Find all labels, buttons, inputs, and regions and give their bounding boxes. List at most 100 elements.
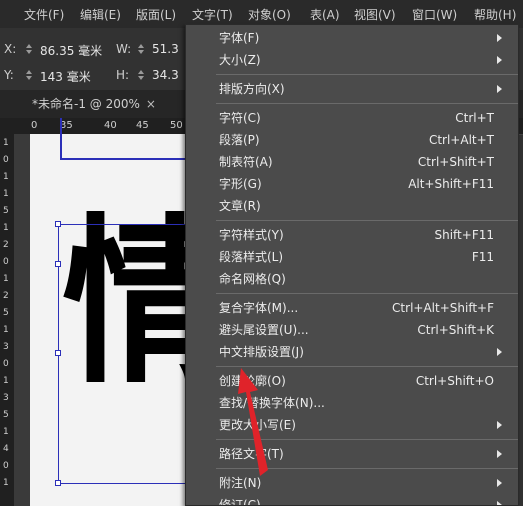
menu-item-label: 修订(C) bbox=[219, 498, 261, 506]
submenu-arrow-icon bbox=[497, 479, 502, 487]
resize-handle[interactable] bbox=[55, 480, 61, 486]
close-icon[interactable]: × bbox=[146, 97, 156, 111]
ruler-tick: 1 bbox=[3, 138, 9, 148]
ruler-tick: 1 bbox=[3, 274, 9, 284]
ruler-tick: 2 bbox=[3, 291, 9, 301]
h-field[interactable]: 34.3 bbox=[152, 68, 179, 82]
menu-item-character[interactable]: 字符(C) Ctrl+T bbox=[186, 107, 518, 129]
w-label: W: bbox=[116, 42, 132, 56]
submenu-arrow-icon bbox=[497, 34, 502, 42]
ruler-tick: 2 bbox=[3, 240, 9, 250]
ruler-tick: 5 bbox=[3, 308, 9, 318]
menu-item-label: 更改大小写(E) bbox=[219, 418, 296, 432]
menu-separator bbox=[216, 468, 518, 469]
ruler-tick: 3 bbox=[3, 342, 9, 352]
menu-window[interactable]: 窗口(W) bbox=[412, 6, 457, 23]
ruler-tick: 0 bbox=[31, 120, 38, 131]
y-field[interactable]: 143 毫米 bbox=[40, 68, 91, 85]
menu-item-type-on-path[interactable]: 路径文字(T) bbox=[186, 443, 518, 465]
menu-shortcut: Ctrl+Shift+K bbox=[417, 323, 494, 337]
w-field[interactable]: 51.3 bbox=[152, 42, 179, 56]
menu-item-mojikumi[interactable]: 中文排版设置(J) bbox=[186, 341, 518, 363]
ruler-tick: 5 bbox=[3, 206, 9, 216]
menu-item-label: 字形(G) bbox=[219, 177, 262, 191]
type-menu-dropdown: 字体(F) 大小(Z) 排版方向(X) 字符(C) Ctrl+T 段落(P) Ctr… bbox=[185, 24, 519, 506]
menu-item-composite-fonts[interactable]: 复合字体(M)... Ctrl+Alt+Shift+F bbox=[186, 297, 518, 319]
menu-shortcut: Ctrl+Alt+Shift+F bbox=[392, 301, 494, 315]
menu-item-glyphs[interactable]: 字形(G) Alt+Shift+F11 bbox=[186, 173, 518, 195]
menu-separator bbox=[216, 103, 518, 104]
resize-handle[interactable] bbox=[55, 221, 61, 227]
document-tab[interactable]: *未命名-1 @ 200% × bbox=[28, 90, 160, 118]
menu-item-label: 段落(P) bbox=[219, 133, 260, 147]
menu-separator bbox=[216, 366, 518, 367]
ruler-tick: 1 bbox=[3, 427, 9, 437]
menu-separator bbox=[216, 74, 518, 75]
submenu-arrow-icon bbox=[497, 348, 502, 356]
vertical-ruler[interactable]: 1 0 1 1 5 1 2 0 1 2 5 1 3 0 1 3 5 1 4 0 1 bbox=[0, 134, 15, 506]
menu-item-orientation[interactable]: 排版方向(X) bbox=[186, 78, 518, 100]
x-field[interactable]: 86.35 毫米 bbox=[40, 42, 102, 59]
menu-item-label: 路径文字(T) bbox=[219, 447, 284, 461]
menu-help[interactable]: 帮助(H) bbox=[474, 6, 516, 23]
menu-item-find-font[interactable]: 查找/替换字体(N)... bbox=[186, 392, 518, 414]
menu-file[interactable]: 文件(F) bbox=[24, 6, 64, 23]
menu-type[interactable]: 文字(T) bbox=[192, 6, 233, 23]
menu-item-label: 复合字体(M)... bbox=[219, 301, 299, 315]
menu-shortcut: Alt+Shift+F11 bbox=[408, 177, 494, 191]
ruler-tick: 0 bbox=[3, 359, 9, 369]
document-tab-label: *未命名-1 @ 200% bbox=[32, 97, 140, 111]
y-label: Y: bbox=[4, 68, 14, 82]
menu-view[interactable]: 视图(V) bbox=[354, 6, 396, 23]
menu-item-font[interactable]: 字体(F) bbox=[186, 27, 518, 49]
menu-item-label: 创建轮廓(O) bbox=[219, 374, 286, 388]
submenu-arrow-icon bbox=[497, 421, 502, 429]
ruler-tick: 1 bbox=[3, 325, 9, 335]
y-spinner-icon[interactable] bbox=[26, 70, 32, 80]
menu-table[interactable]: 表(A) bbox=[310, 6, 340, 23]
menu-item-paragraph-styles[interactable]: 段落样式(L) F11 bbox=[186, 246, 518, 268]
ruler-tick: 0 bbox=[3, 461, 9, 471]
menu-item-named-grids[interactable]: 命名网格(Q) bbox=[186, 268, 518, 290]
menu-item-label: 排版方向(X) bbox=[219, 82, 285, 96]
menu-layout[interactable]: 版面(L) bbox=[136, 6, 176, 23]
menu-separator bbox=[216, 439, 518, 440]
resize-handle[interactable] bbox=[55, 350, 61, 356]
menu-object[interactable]: 对象(O) bbox=[248, 6, 291, 23]
menu-separator bbox=[216, 293, 518, 294]
menu-edit[interactable]: 编辑(E) bbox=[80, 6, 121, 23]
menu-item-label: 字符(C) bbox=[219, 111, 261, 125]
menu-item-track-changes[interactable]: 修订(C) bbox=[186, 494, 518, 506]
menu-item-label: 制表符(A) bbox=[219, 155, 273, 169]
submenu-arrow-icon bbox=[497, 56, 502, 64]
in-port-handle[interactable] bbox=[55, 261, 61, 267]
menu-item-create-outlines[interactable]: 创建轮廓(O) Ctrl+Shift+O bbox=[186, 370, 518, 392]
menu-item-label: 字符样式(Y) bbox=[219, 228, 284, 242]
ruler-tick: 1 bbox=[3, 223, 9, 233]
menu-shortcut: Ctrl+Shift+O bbox=[415, 374, 494, 388]
submenu-arrow-icon bbox=[497, 501, 502, 505]
menu-item-label: 避头尾设置(U)... bbox=[219, 323, 309, 337]
ruler-tick: 3 bbox=[3, 393, 9, 403]
menu-shortcut: F11 bbox=[471, 250, 494, 264]
menu-item-tabs[interactable]: 制表符(A) Ctrl+Shift+T bbox=[186, 151, 518, 173]
ruler-tick: 1 bbox=[3, 189, 9, 199]
menu-item-label: 段落样式(L) bbox=[219, 250, 284, 264]
menu-item-change-case[interactable]: 更改大小写(E) bbox=[186, 414, 518, 436]
x-spinner-icon[interactable] bbox=[26, 44, 32, 54]
menu-shortcut: Ctrl+T bbox=[455, 111, 494, 125]
menu-item-label: 命名网格(Q) bbox=[219, 272, 286, 286]
menu-item-paragraph[interactable]: 段落(P) Ctrl+Alt+T bbox=[186, 129, 518, 151]
menu-item-kinsoku[interactable]: 避头尾设置(U)... Ctrl+Shift+K bbox=[186, 319, 518, 341]
ruler-tick: 1 bbox=[3, 376, 9, 386]
menu-item-size[interactable]: 大小(Z) bbox=[186, 49, 518, 71]
menu-item-label: 字体(F) bbox=[219, 31, 260, 45]
h-spinner-icon[interactable] bbox=[138, 70, 144, 80]
menu-shortcut: Shift+F11 bbox=[434, 228, 494, 242]
w-spinner-icon[interactable] bbox=[138, 44, 144, 54]
menu-item-story[interactable]: 文章(R) bbox=[186, 195, 518, 217]
left-panel-strip bbox=[14, 134, 30, 506]
menu-shortcut: Ctrl+Alt+T bbox=[428, 133, 494, 147]
menu-item-character-styles[interactable]: 字符样式(Y) Shift+F11 bbox=[186, 224, 518, 246]
menu-item-notes[interactable]: 附注(N) bbox=[186, 472, 518, 494]
